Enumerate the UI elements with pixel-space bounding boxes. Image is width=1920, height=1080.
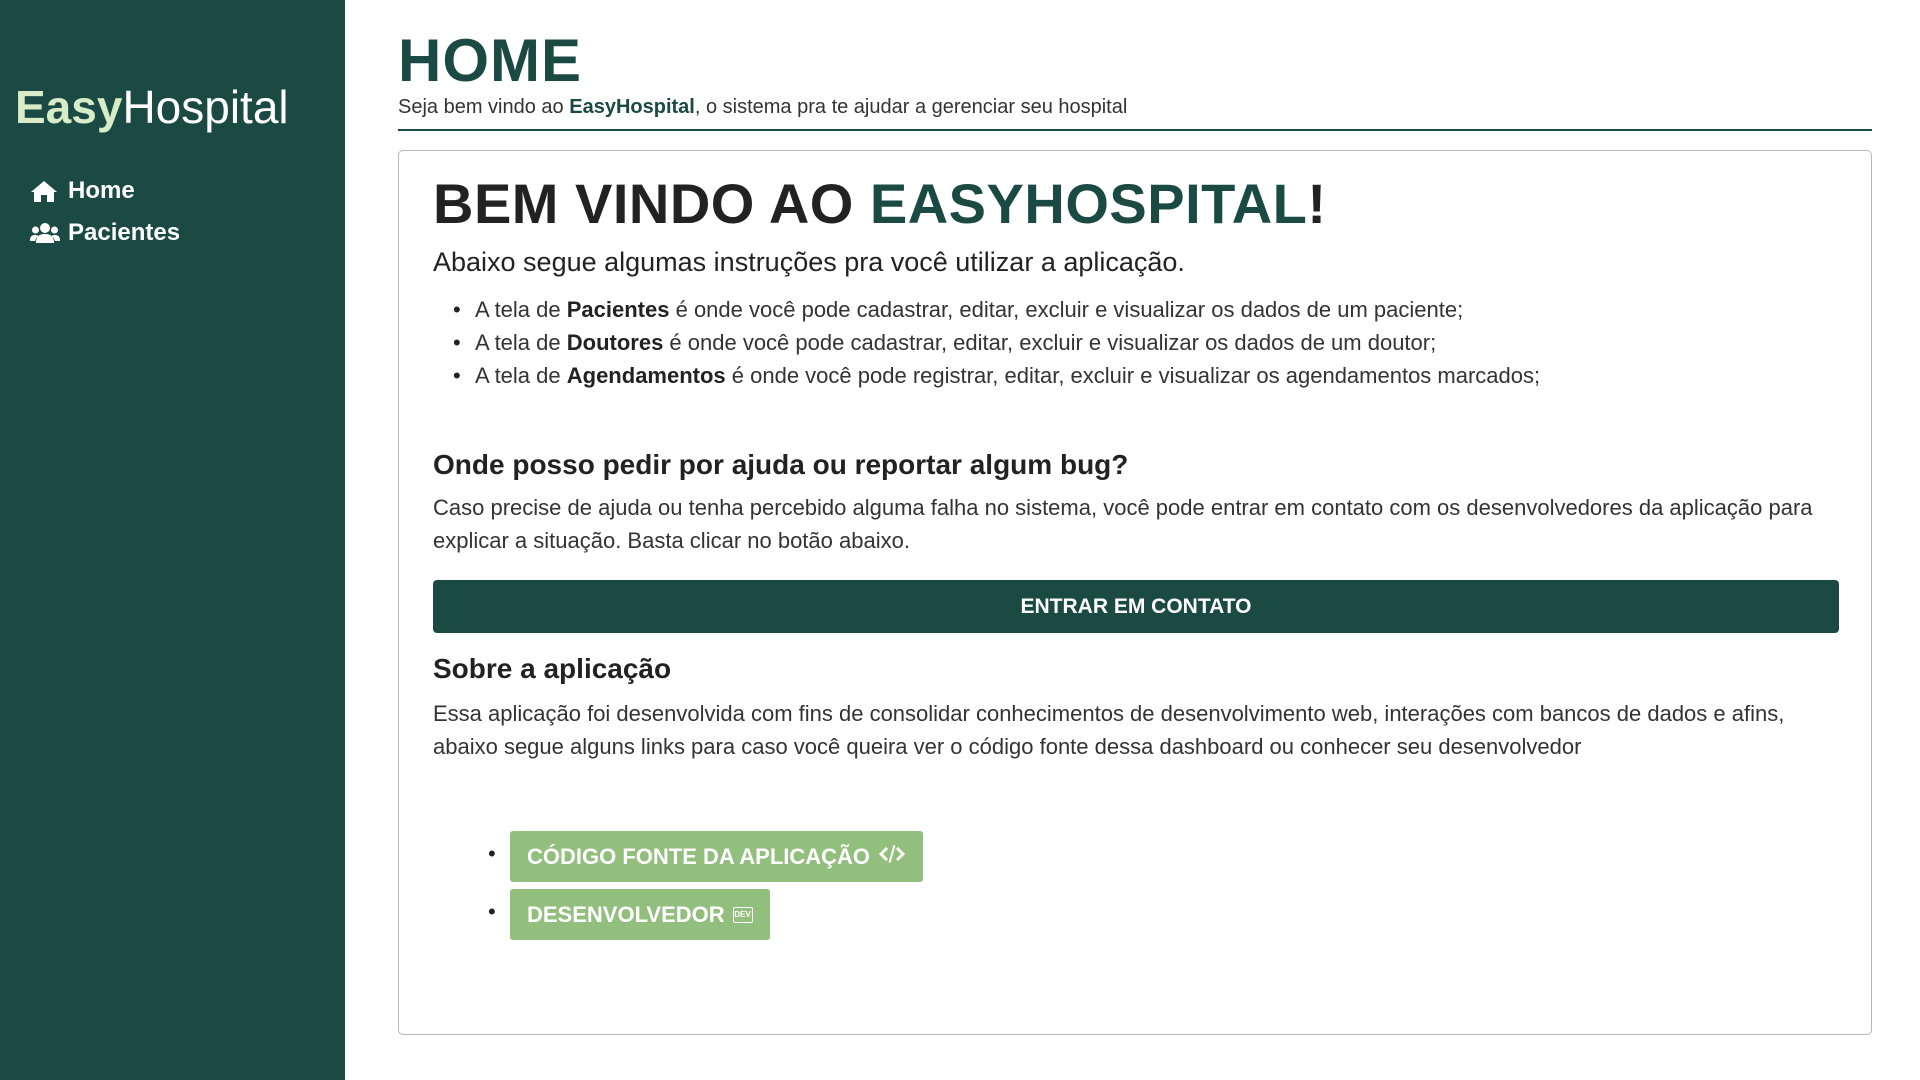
page-title: HOME [398,27,582,94]
dev-icon: DEV [732,906,753,923]
welcome-card: BEM VINDO AO EASYHOSPITAL! Abaixo segue … [398,150,1872,1035]
source-code-button[interactable]: CÓDIGO FONTE DA APLICAÇÃO [510,831,924,882]
instruction-bold: Agendamentos [566,363,726,388]
about-text: Essa aplicação foi desenvolvida com fins… [433,701,1785,759]
users-icon [30,220,60,246]
list-item: CÓDIGO FONTE DA APLICAÇÃO [488,831,924,889]
subtitle-post: , o sistema pra te ajudar a gerenciar se… [694,96,1128,118]
welcome-accent: EASYHOSPITAL [869,172,1308,235]
sidebar-item-home[interactable]: Home [30,170,180,212]
instruction-pre: A tela de [475,330,567,355]
contact-button[interactable]: ENTRAR EM CONTATO [433,580,1839,633]
instruction-pre: A tela de [475,363,567,388]
list-item: A tela de Agendamentos é onde você pode … [453,359,1541,392]
sidebar: EasyHospital Home Pacientes [0,0,345,1080]
welcome-pre: BEM VINDO AO [433,172,870,235]
subtitle-pre: Seja bem vindo ao [398,96,570,118]
sidebar-item-label: Pacientes [68,219,181,246]
welcome-post: ! [1307,172,1327,235]
brand-light: Hospital [122,81,289,133]
instruction-post: é onde você pode cadastrar, editar, excl… [669,297,1464,322]
subtitle-brand: EasyHospital [569,96,695,118]
sidebar-nav: Home Pacientes [30,170,180,254]
instruction-bold: Pacientes [566,297,670,322]
instruction-bold: Doutores [566,330,664,355]
home-icon [30,178,60,204]
list-item: DESENVOLVEDOR DEV [488,889,923,947]
developer-label: DESENVOLVEDOR [527,901,725,927]
title-divider [398,129,1872,131]
brand-bold: Easy [15,81,123,133]
links-list: CÓDIGO FONTE DA APLICAÇÃO DESENVOLVEDOR … [488,831,924,947]
instructions-list: A tela de Pacientes é onde você pode cad… [453,293,1541,392]
help-text: Caso precise de ajuda ou tenha percebido… [433,495,1813,553]
code-icon [878,844,906,870]
source-code-label: CÓDIGO FONTE DA APLICAÇÃO [527,843,871,869]
welcome-heading: BEM VINDO AO EASYHOSPITAL! [433,171,1327,236]
instruction-post: é onde você pode cadastrar, editar, excl… [663,330,1437,355]
intro-text: Abaixo segue algumas instruções pra você… [433,247,1185,277]
sidebar-item-label: Home [68,177,135,204]
instruction-post: é onde você pode registrar, editar, excl… [725,363,1541,388]
list-item: A tela de Doutores é onde você pode cada… [453,326,1540,359]
help-title: Onde posso pedir por ajuda ou reportar a… [433,449,1129,480]
page-subtitle: Seja bem vindo ao EasyHospital, o sistem… [398,96,1127,119]
developer-button[interactable]: DESENVOLVEDOR DEV [510,889,770,940]
brand-logo[interactable]: EasyHospital [15,80,289,134]
sidebar-item-pacientes[interactable]: Pacientes [30,212,180,254]
about-title: Sobre a aplicação [433,653,672,684]
list-item: A tela de Pacientes é onde você pode cad… [453,293,1540,326]
instruction-pre: A tela de [475,297,567,322]
